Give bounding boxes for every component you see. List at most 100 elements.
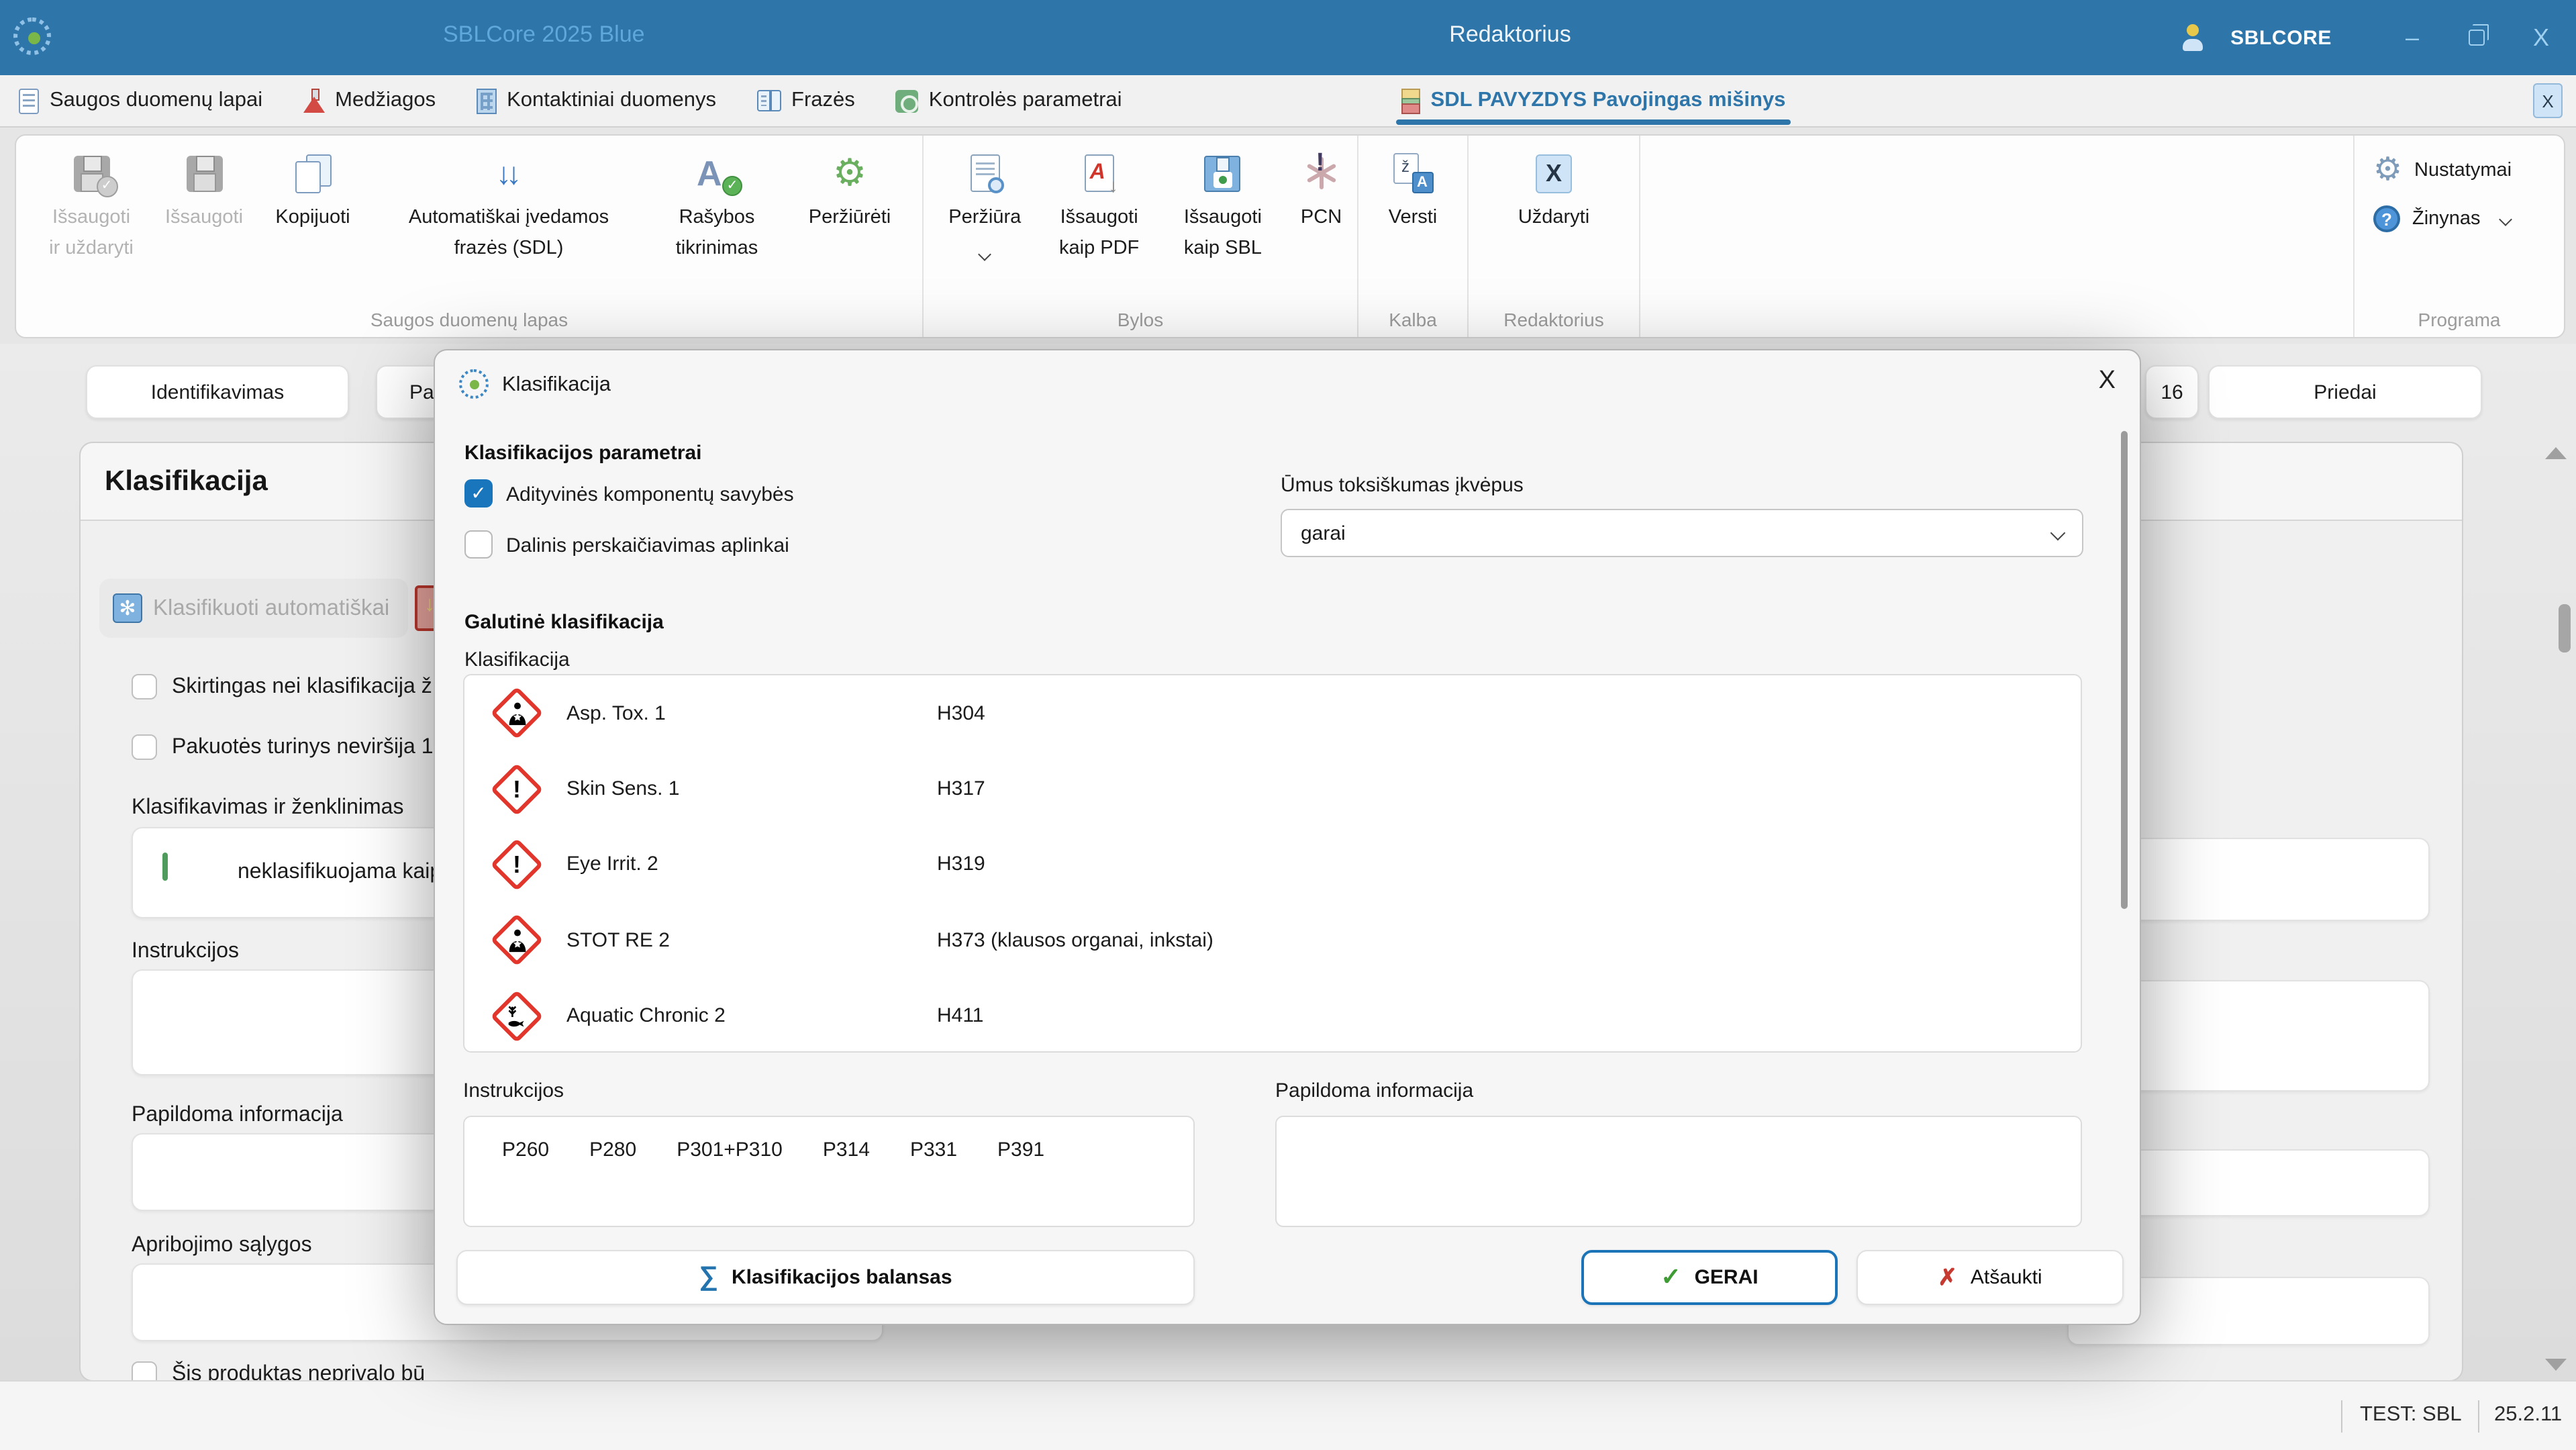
account-label[interactable]: SBLCORE (2230, 26, 2332, 49)
list-item[interactable]: Aquatic Chronic 2 H411 (464, 978, 2081, 1054)
tab-sdl-document-active[interactable]: SDL PAVYZDYS Pavojingas mišinys (1396, 75, 1791, 126)
dialog-scrollbar-thumb[interactable] (2121, 431, 2128, 909)
page-tab-identification[interactable]: Identifikavimas (86, 365, 349, 419)
scroll-up-arrow[interactable] (2545, 447, 2567, 459)
ribbon-group-editor: X Uždaryti Redaktorius (1469, 136, 1640, 337)
additional-info-field[interactable] (1275, 1116, 2082, 1227)
tab-safety-data-sheets[interactable]: Saugos duomenų lapai (13, 75, 268, 126)
tab-control-parameters[interactable]: Kontrolės parametrai (890, 75, 1128, 126)
checkbox-partial-recalculation[interactable] (464, 530, 493, 559)
help-button[interactable]: ? Žinynas (2373, 205, 2564, 232)
acute-toxicity-label: Ūmus toksiškumas įkvėpus (1281, 474, 1524, 497)
scrollbar-thumb[interactable] (2559, 604, 2571, 652)
scroll-down-arrow[interactable] (2545, 1359, 2567, 1371)
save-as-pdf-button[interactable]: A↓ Išsaugoti kaip PDF (1038, 136, 1160, 261)
ribbon-group-language: A Versti Kalba (1358, 136, 1469, 337)
translate-button[interactable]: A Versti (1359, 136, 1467, 231)
classification-labelling-label: Klasifikavimas ir ženklinimas (132, 796, 403, 820)
p-code[interactable]: P280 (589, 1139, 636, 1161)
chevron-down-icon (2499, 212, 2512, 226)
p-code[interactable]: P314 (823, 1139, 870, 1161)
button-label: frazės (SDL) (454, 236, 564, 262)
tab-contact-data[interactable]: Kontaktiniai duomenys (470, 75, 722, 126)
p-code[interactable]: P301+P310 (677, 1139, 783, 1161)
group-label-sds: Saugos duomenų lapas (16, 309, 922, 330)
classification-balance-button[interactable]: ∑ Klasifikacijos balansas (456, 1250, 1195, 1305)
cancel-button[interactable]: ✗ Atšaukti (1856, 1250, 2124, 1305)
preview-button[interactable]: Peržiūra (932, 136, 1038, 266)
save-and-close-button[interactable]: ✓ Išsaugoti ir uždaryti (30, 136, 153, 261)
classification-list[interactable]: Asp. Tox. 1 H304 ! Skin Sens. 1 H317 ! E… (463, 674, 2082, 1053)
restriction-label: Apribojimo sąlygos (132, 1234, 312, 1258)
hazard-class-name: Asp. Tox. 1 (566, 702, 937, 724)
p-code[interactable]: P260 (502, 1139, 549, 1161)
button-label: Rašybos (679, 205, 755, 231)
section-title: Klasifikacija (105, 465, 268, 497)
instructions-label: Instrukcijos (463, 1079, 564, 1102)
checkbox-package-content[interactable] (132, 734, 157, 760)
page-tab-16[interactable]: 16 (2145, 365, 2199, 419)
acute-toxicity-select[interactable]: garai (1281, 509, 2083, 557)
page-tab-attachments[interactable]: Priedai (2208, 365, 2482, 419)
copy-button[interactable]: Kopijuoti (255, 136, 370, 231)
p-code[interactable]: P391 (997, 1139, 1044, 1161)
list-item[interactable]: Asp. Tox. 1 H304 (464, 675, 2081, 751)
restore-button[interactable] (2469, 30, 2485, 46)
close-window-button[interactable]: X (2522, 23, 2560, 52)
classify-automatically-button[interactable]: ✻ Klasifikuoti automatiškai (99, 579, 408, 638)
close-document-tab-button[interactable]: X (2533, 83, 2563, 118)
review-button[interactable]: ⚙ Peržiūrėti (787, 136, 913, 231)
button-label: Versti (1389, 205, 1438, 231)
sbl-floppy-icon (1205, 155, 1241, 191)
hazard-class-name: STOT RE 2 (566, 929, 937, 952)
checkbox-different-classification[interactable] (132, 674, 157, 699)
ghs07-exclamation-pictogram: ! (490, 838, 543, 891)
ribbon-area: ✓ Išsaugoti ir uždaryti Išsaugoti Kopiju… (0, 128, 2576, 344)
list-item[interactable]: ! Eye Irrit. 2 H319 (464, 827, 2081, 903)
spellcheck-button[interactable]: A✓ Rašybos tikrinimas (647, 136, 787, 261)
classification-dialog: Klasifikacija X Klasifikacijos parametra… (434, 349, 2141, 1325)
pcn-button[interactable]: ! PCN (1285, 136, 1357, 231)
dialog-close-button[interactable]: X (2099, 367, 2116, 396)
dialog-logo-icon (459, 369, 489, 399)
button-label: Klasifikuoti automatiškai (153, 595, 389, 621)
save-as-sbl-button[interactable]: Išsaugoti kaip SBL (1160, 136, 1285, 261)
tab-phrases[interactable]: Frazės (751, 75, 860, 126)
tab-label: SDL PAVYZDYS Pavojingas mišinys (1431, 89, 1786, 113)
double-down-arrows-icon: ↓↓ (496, 155, 522, 191)
settings-button[interactable]: ⚙ Nustatymai (2373, 154, 2564, 187)
params-heading: Klasifikacijos parametrai (464, 442, 702, 465)
group-label-program: Programa (2355, 309, 2564, 330)
ribbon-group-files: Peržiūra A↓ Išsaugoti kaip PDF Išsaugoti… (924, 136, 1358, 337)
page-tab-label: 16 (2161, 381, 2183, 403)
titlebar: SBLCore 2025 Blue Redaktorius SBLCORE – … (0, 0, 2576, 75)
button-label: Žinynas (2412, 208, 2481, 230)
checkbox-product-exempt[interactable] (132, 1361, 157, 1380)
page-tab-label: Identifikavimas (151, 381, 284, 403)
app-title: SBLCore 2025 Blue (443, 21, 645, 48)
auto-phrases-button[interactable]: ↓↓ Automatiškai įvedamos frazės (SDL) (370, 136, 647, 261)
p-codes-field[interactable]: P260 P280 P301+P310 P314 P331 P391 (463, 1116, 1195, 1227)
p-code[interactable]: P331 (910, 1139, 957, 1161)
status-version: 25.2.11 (2494, 1403, 2562, 1427)
checkbox-additive-properties[interactable]: ✓ (464, 479, 493, 508)
ok-button[interactable]: ✓ GERAI (1581, 1250, 1838, 1305)
dialog-title: Klasifikacija (502, 373, 611, 397)
save-button[interactable]: Išsaugoti (153, 136, 255, 231)
button-label: kaip PDF (1059, 236, 1139, 262)
group-label-language: Kalba (1358, 309, 1467, 330)
close-editor-button[interactable]: X Uždaryti (1487, 136, 1621, 231)
ghs08-health-hazard-pictogram (490, 687, 543, 740)
minimize-button[interactable]: – (2393, 23, 2431, 52)
tab-label: Medžiagos (335, 89, 436, 113)
select-value: garai (1301, 522, 1346, 544)
x-icon: ✗ (1938, 1264, 1957, 1291)
hazard-statement-code: H317 (937, 777, 985, 800)
list-item[interactable]: STOT RE 2 H373 (klausos organai, inkstai… (464, 902, 2081, 978)
green-gear-icon: ⚙ (833, 154, 866, 192)
ribbon: ✓ Išsaugoti ir uždaryti Išsaugoti Kopiju… (15, 134, 2565, 338)
not-classified-label: neklasifikuojama kaip (238, 861, 442, 885)
tab-substances[interactable]: Medžiagos (297, 75, 441, 126)
button-label: Nustatymai (2414, 160, 2512, 181)
list-item[interactable]: ! Skin Sens. 1 H317 (464, 751, 2081, 827)
